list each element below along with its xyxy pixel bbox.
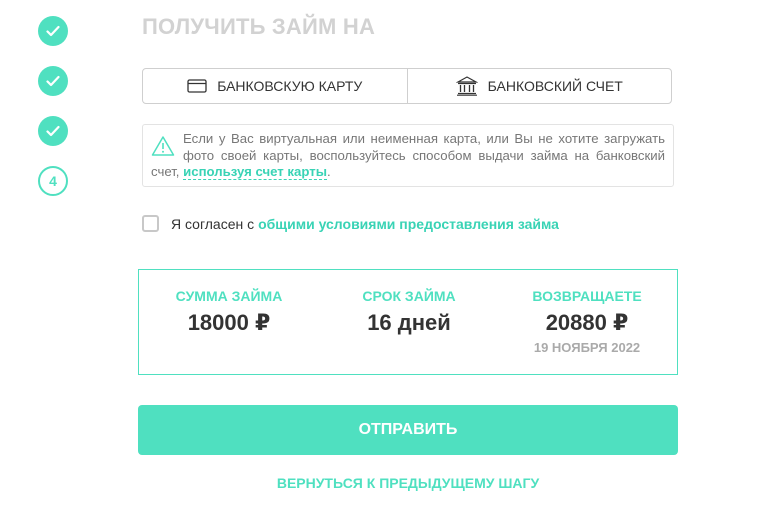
tab-bank-account[interactable]: БАНКОВСКИЙ СЧЕТ (406, 69, 672, 103)
loan-return: ВОЗВРАЩАЕТЕ 20880 ₽ 19 НОЯБРЯ 2022 (497, 288, 677, 355)
loan-return-value: 20880 ₽ (545, 310, 629, 335)
credit-card-icon (187, 79, 207, 93)
loan-return-date: 19 НОЯБРЯ 2022 (533, 340, 641, 355)
virtual-card-notice: Если у Вас виртуальная или неименная кар… (142, 124, 674, 187)
payout-method-tabs: БАНКОВСКУЮ КАРТУ БАНКОВСКИЙ СЧЕТ (142, 68, 672, 104)
check-icon (46, 75, 60, 87)
terms-checkbox[interactable] (142, 215, 159, 232)
tab-bank-account-label: БАНКОВСКИЙ СЧЕТ (487, 78, 623, 94)
terms-agreement: Я согласен с общими условиями предоставл… (142, 215, 559, 232)
check-icon (46, 125, 60, 137)
loan-term: СРОК ЗАЙМА 16 дней (319, 288, 499, 336)
step-2-complete (38, 66, 68, 96)
terms-link[interactable]: общими условиями предоставления займа (258, 216, 559, 232)
tab-bank-card[interactable]: БАНКОВСКУЮ КАРТУ (143, 69, 407, 103)
submit-button[interactable]: ОТПРАВИТЬ (138, 405, 678, 455)
back-to-previous-step-link[interactable]: ВЕРНУТЬСЯ К ПРЕДЫДУЩЕМУ ШАГУ (138, 475, 678, 491)
use-card-account-link[interactable]: используя счет карты (183, 164, 327, 180)
page-title: ПОЛУЧИТЬ ЗАЙМ НА (142, 14, 376, 39)
terms-text: Я согласен с (171, 215, 255, 232)
loan-amount: СУММА ЗАЙМА 18000 ₽ (139, 288, 319, 336)
loan-amount-value: 18000 ₽ (187, 310, 271, 335)
loan-return-label: ВОЗВРАЩАЕТЕ (532, 288, 642, 304)
step-3-complete (38, 116, 68, 146)
step-1-complete (38, 16, 68, 46)
step-number: 4 (49, 173, 57, 189)
bank-icon (455, 76, 478, 96)
loan-summary: СУММА ЗАЙМА 18000 ₽ СРОК ЗАЙМА 16 дней В… (138, 269, 678, 375)
notice-suffix: . (326, 164, 331, 179)
loan-amount-label: СУММА ЗАЙМА (175, 288, 283, 304)
warning-icon (151, 136, 175, 156)
tab-bank-card-label: БАНКОВСКУЮ КАРТУ (217, 78, 363, 94)
loan-term-label: СРОК ЗАЙМА (362, 288, 456, 304)
loan-term-value: 16 дней (367, 310, 451, 335)
step-4-current: 4 (38, 166, 68, 196)
check-icon (46, 25, 60, 37)
